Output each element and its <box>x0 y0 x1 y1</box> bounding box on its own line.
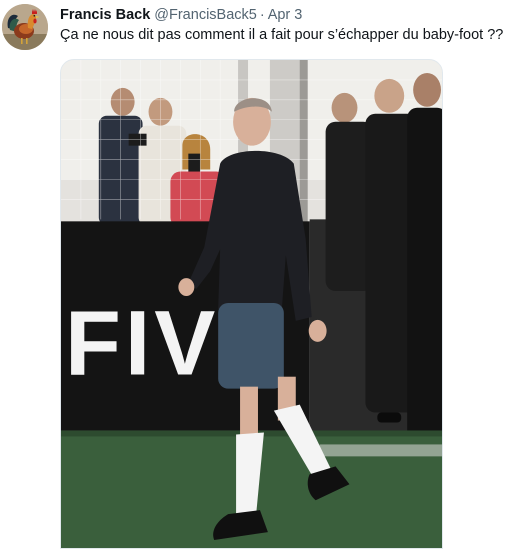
football-pitch-photo: FIVE <box>61 60 442 548</box>
tweet-header: Francis Back @FrancisBack5 · Apr 3 <box>60 6 302 24</box>
tweet-media-photo[interactable]: FIVE <box>60 59 443 549</box>
avatar[interactable] <box>2 4 48 50</box>
separator-dot: · <box>259 7 265 23</box>
author-display-name[interactable]: Francis Back <box>60 7 150 23</box>
tweet-date[interactable]: Apr 3 <box>268 7 303 23</box>
tweet-text: Ça ne nous dit pas comment il a fait pou… <box>60 27 504 43</box>
tweet-card[interactable]: Francis Back @FrancisBack5 · Apr 3 Ça ne no… <box>0 0 527 549</box>
rooster-icon <box>2 4 48 50</box>
author-handle[interactable]: @FrancisBack5 <box>154 7 257 23</box>
